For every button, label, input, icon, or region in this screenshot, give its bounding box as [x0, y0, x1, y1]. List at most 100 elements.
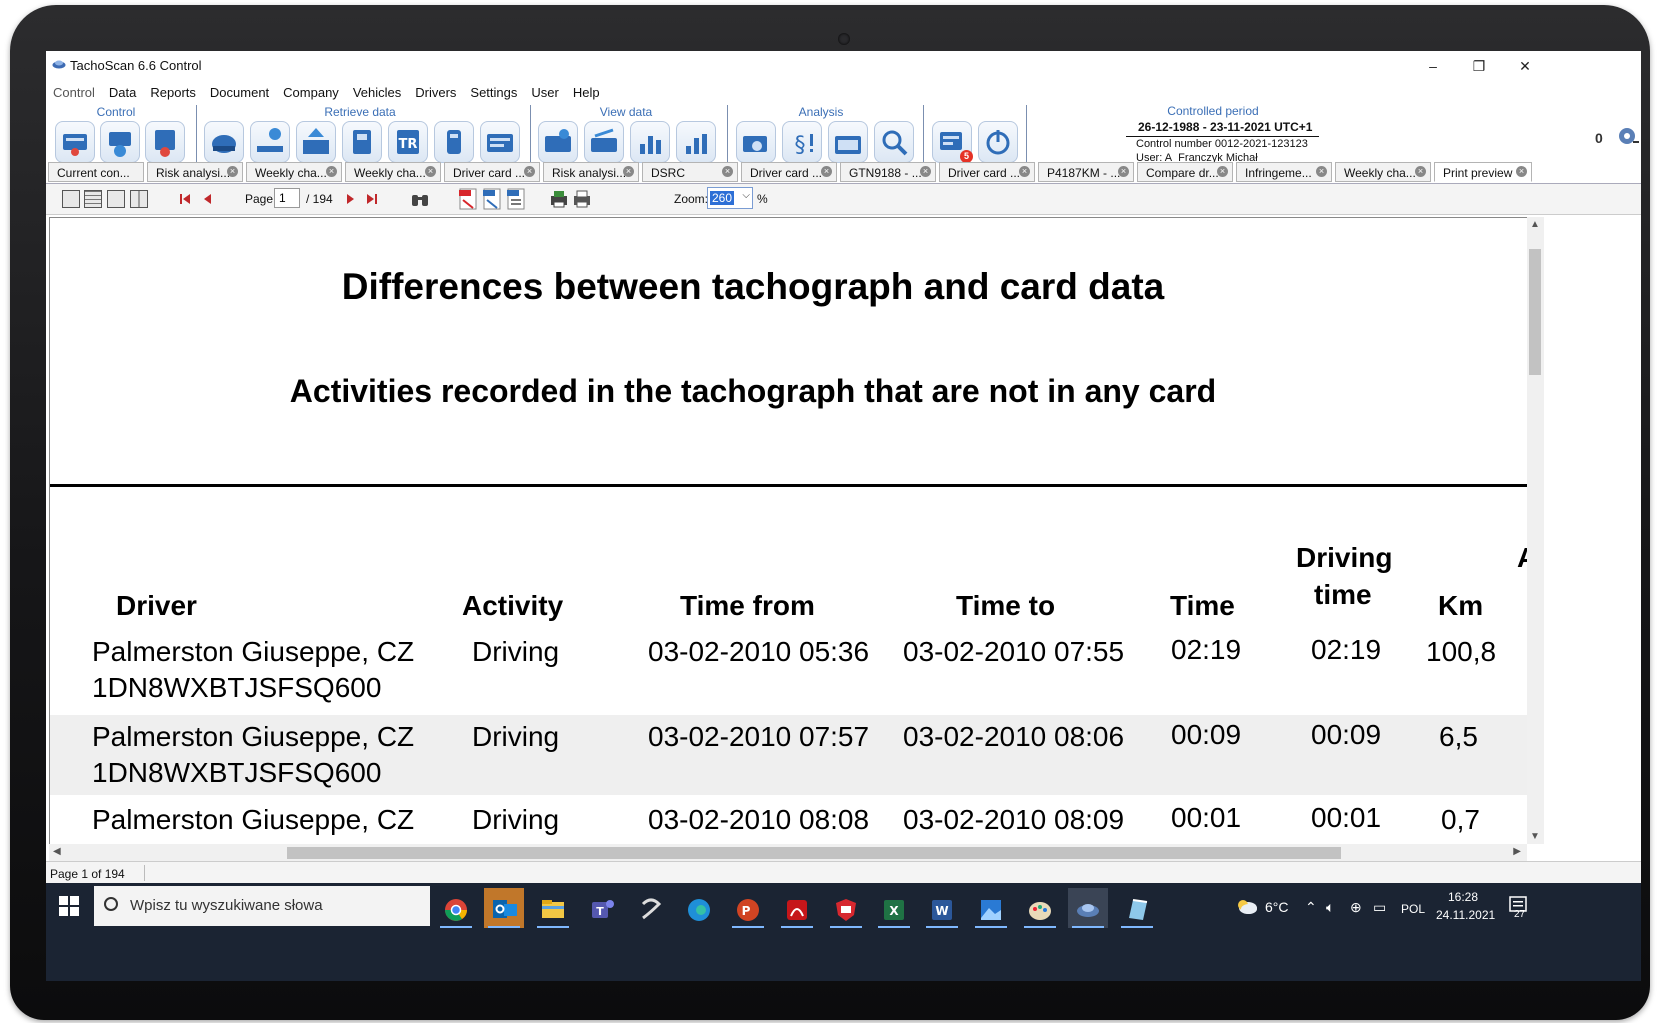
menu-reports[interactable]: Reports — [143, 85, 203, 100]
facing-pages-icon[interactable] — [107, 190, 125, 208]
two-pages-icon[interactable] — [130, 190, 148, 208]
tab-driver-card[interactable]: Driver card ... × — [741, 162, 837, 182]
tab-driver-card[interactable]: Driver card ... × — [444, 162, 540, 182]
tab-risk-analysis[interactable]: Risk analysi... × — [147, 162, 243, 182]
control-vehicle-button[interactable] — [145, 121, 185, 163]
analysis-search-button[interactable] — [874, 121, 914, 163]
tab-close-icon[interactable]: × — [326, 166, 337, 177]
menu-company[interactable]: Company — [276, 85, 346, 100]
tab-driver-card[interactable]: Driver card ... × — [939, 162, 1035, 182]
view-weekly-chart-button[interactable] — [630, 121, 670, 163]
edge-icon[interactable] — [679, 888, 719, 928]
page-number-input[interactable] — [274, 188, 300, 208]
tab-close-icon[interactable]: × — [524, 166, 535, 177]
tab-weekly-chart[interactable]: Weekly cha... × — [246, 162, 342, 182]
sync-icon[interactable] — [1618, 127, 1640, 147]
vertical-scrollbar[interactable]: ▲ ▼ — [1527, 217, 1544, 844]
vertical-scroll-thumb[interactable] — [1529, 249, 1541, 375]
chevron-up-icon[interactable]: ⌃ — [1305, 899, 1317, 916]
view-monthly-chart-button[interactable] — [676, 121, 716, 163]
notepad-icon[interactable] — [1117, 888, 1157, 928]
app-swirl-icon[interactable] — [631, 888, 671, 928]
scroll-down-icon[interactable]: ▼ — [1530, 831, 1540, 842]
messages-button[interactable]: 5 — [932, 121, 973, 163]
teams-icon[interactable]: T — [582, 888, 622, 928]
excel-icon[interactable]: X — [874, 888, 914, 928]
tab-close-icon[interactable]: × — [1516, 166, 1527, 177]
controlled-period-range[interactable]: 26-12-1988 - 23-11-2021 UTC+1 — [1138, 120, 1312, 134]
tab-close-icon[interactable]: × — [821, 166, 832, 177]
exit-button[interactable] — [978, 121, 1018, 163]
analysis-km-button[interactable] — [828, 121, 868, 163]
control-driver-button[interactable] — [100, 121, 140, 163]
tab-close-icon[interactable]: × — [1217, 166, 1228, 177]
tachoscan-taskbar-icon[interactable] — [1068, 888, 1108, 928]
tab-weekly-chart[interactable]: Weekly cha... × — [1335, 162, 1431, 182]
battery-icon[interactable]: ▭ — [1373, 899, 1386, 916]
binoculars-icon[interactable] — [410, 189, 430, 209]
tab-close-icon[interactable]: × — [425, 166, 436, 177]
tab-close-icon[interactable]: × — [227, 166, 238, 177]
tab-close-icon[interactable]: × — [1415, 166, 1426, 177]
file-explorer-icon[interactable] — [533, 888, 573, 928]
export-rtf-icon[interactable] — [506, 188, 526, 210]
print-setup-icon[interactable] — [549, 189, 569, 209]
menu-drivers[interactable]: Drivers — [408, 85, 463, 100]
network-globe-icon[interactable]: ⊕ — [1350, 899, 1362, 916]
control-reader-button[interactable] — [55, 121, 95, 163]
next-page-icon[interactable] — [342, 191, 358, 207]
tab-vehicle-gtn9188[interactable]: GTN9188 - ... × — [840, 162, 936, 182]
acrobat-icon[interactable] — [777, 888, 817, 928]
menu-document[interactable]: Document — [203, 85, 276, 100]
scroll-right-icon[interactable]: ▶ — [1513, 846, 1521, 857]
analysis-settings-button[interactable] — [736, 121, 776, 163]
single-page-view-icon[interactable] — [62, 190, 80, 208]
menu-help[interactable]: Help — [566, 85, 607, 100]
tab-vehicle-p4187km[interactable]: P4187KM - ... × — [1038, 162, 1134, 182]
volume-icon[interactable]: 🔈︎ — [1326, 899, 1334, 916]
retrieve-upload-button[interactable] — [296, 121, 336, 163]
zoom-select[interactable]: 260 ⌵ — [707, 187, 753, 209]
tab-compare-drivers[interactable]: Compare dr... × — [1137, 162, 1233, 182]
clock-date[interactable]: 24.11.2021 — [1436, 908, 1495, 922]
windows-start-icon[interactable] — [59, 896, 79, 916]
horizontal-scroll-thumb[interactable] — [287, 847, 1341, 859]
retrieve-card-button[interactable] — [342, 121, 382, 163]
first-page-icon[interactable] — [177, 191, 193, 207]
tab-risk-analysis[interactable]: Risk analysi... × — [543, 162, 639, 182]
tab-close-icon[interactable]: × — [1118, 166, 1129, 177]
weather-cloud-icon[interactable] — [1235, 897, 1259, 915]
powerpoint-icon[interactable]: P — [728, 888, 768, 928]
print-icon[interactable] — [572, 189, 592, 209]
retrieve-tachograph-button[interactable] — [204, 121, 244, 163]
word-icon[interactable]: W — [922, 888, 962, 928]
photos-icon[interactable] — [971, 888, 1011, 928]
tab-print-preview[interactable]: Print preview × — [1434, 162, 1532, 182]
clock-time[interactable]: 16:28 — [1448, 890, 1478, 904]
continuous-view-icon[interactable] — [84, 190, 102, 208]
export-pdf-icon[interactable] — [458, 188, 478, 210]
paint-icon[interactable] — [1020, 888, 1060, 928]
analysis-law-button[interactable]: § — [782, 121, 822, 163]
minimize-button[interactable]: – — [1410, 51, 1456, 81]
previous-page-icon[interactable] — [200, 191, 216, 207]
tab-close-icon[interactable]: × — [920, 166, 931, 177]
retrieve-tr-button[interactable]: TR — [388, 121, 428, 163]
close-button[interactable]: ✕ — [1502, 51, 1548, 81]
horizontal-scrollbar[interactable]: ◀ ▶ — [49, 844, 1527, 861]
tab-current-control[interactable]: Current con... — [48, 162, 144, 182]
tab-infringements[interactable]: Infringeme... × — [1236, 162, 1332, 182]
chevron-down-icon[interactable]: ⌵ — [742, 190, 750, 201]
tab-close-icon[interactable]: × — [1316, 166, 1327, 177]
menu-user[interactable]: User — [524, 85, 565, 100]
retrieve-remote-button[interactable] — [480, 121, 520, 163]
view-card-button[interactable] — [538, 121, 578, 163]
last-page-icon[interactable] — [364, 191, 380, 207]
input-language[interactable]: POL — [1401, 902, 1425, 916]
scroll-left-icon[interactable]: ◀ — [53, 846, 61, 857]
weather-temperature[interactable]: 6°C — [1265, 899, 1289, 915]
tab-dsrc[interactable]: DSRC × — [642, 162, 738, 182]
tab-close-icon[interactable]: × — [1019, 166, 1030, 177]
security-shield-icon[interactable] — [826, 888, 866, 928]
scroll-up-icon[interactable]: ▲ — [1530, 219, 1540, 230]
